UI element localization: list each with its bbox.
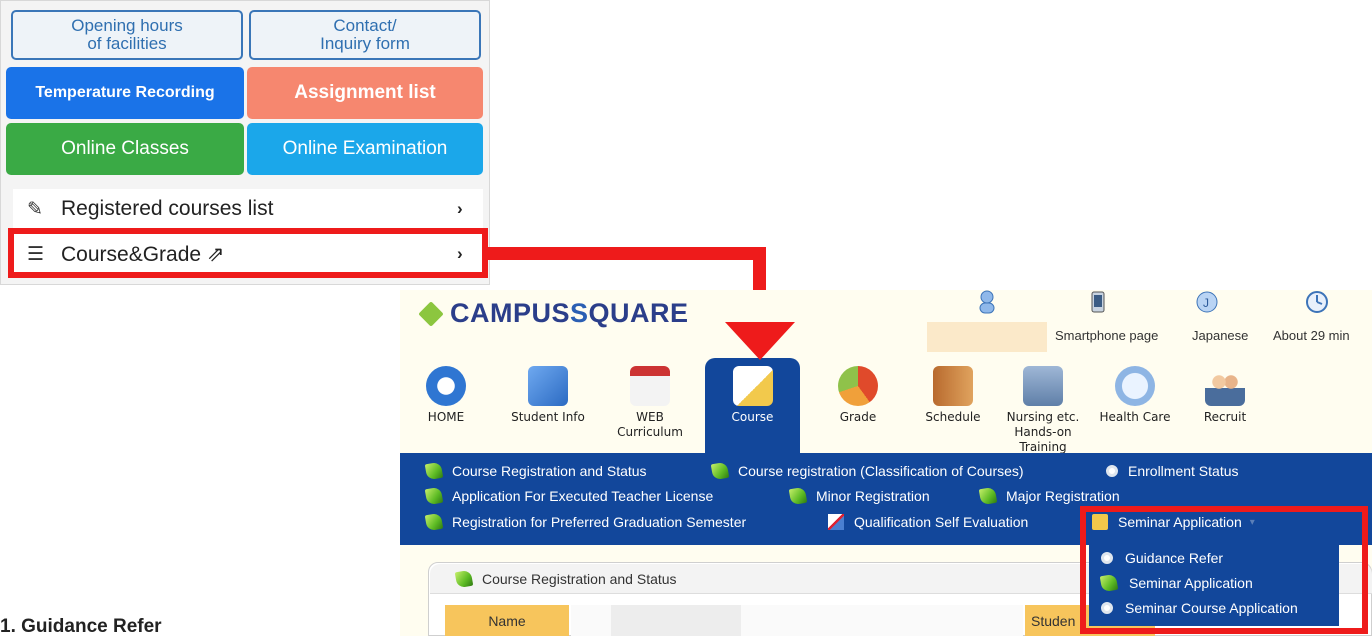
recruit-people-icon (1205, 366, 1245, 406)
chevron-right-icon: › (457, 199, 463, 218)
subnav-course-registration[interactable]: Course Registration and Status (424, 461, 647, 481)
pencil-icon (710, 461, 730, 481)
cut-off-caption: 1. Guidance Refer (0, 616, 162, 637)
online-examination-button[interactable]: Online Examination (247, 123, 483, 175)
smartphone-icon[interactable] (1086, 290, 1110, 314)
pencil-icon (788, 486, 808, 506)
calendar-icon (630, 366, 670, 406)
online-classes-button[interactable]: Online Classes (6, 123, 244, 175)
subnav-enrollment-status[interactable]: Enrollment Status (1106, 463, 1239, 479)
course-grade-highlight (8, 228, 488, 278)
user-name-box (927, 322, 1047, 352)
pencil-icon (978, 486, 998, 506)
pencil-icon (454, 569, 474, 588)
qualification-icon (828, 514, 844, 530)
subnav-preferred-graduation[interactable]: Registration for Preferred Graduation Se… (424, 512, 746, 532)
pencil-icon (424, 512, 444, 532)
health-magnifier-icon (1115, 366, 1155, 406)
assignment-list-button[interactable]: Assignment list (247, 67, 483, 119)
subnav-course-classification[interactable]: Course registration (Classification of C… (710, 461, 1024, 481)
subnav-teacher-license[interactable]: Application For Executed Teacher License (424, 486, 713, 506)
opening-hours-button[interactable]: Opening hours of facilities (11, 10, 243, 60)
logo-cube-icon (418, 300, 444, 327)
subnav-major-registration[interactable]: Major Registration (978, 486, 1120, 506)
smartphone-page-link[interactable]: Smartphone page (1055, 328, 1158, 343)
nav-grade[interactable]: Grade (813, 358, 903, 454)
nav-nursing-training[interactable]: Nursing etc. Hands-on Training (998, 358, 1088, 454)
campussquare-logo: CAMPUS S QUARE (418, 298, 689, 329)
japanese-link[interactable]: Japanese (1192, 328, 1248, 343)
student-info-icon (528, 366, 568, 406)
user-icon[interactable] (975, 290, 999, 314)
grade-chart-icon (838, 366, 878, 406)
building-icon (1023, 366, 1063, 406)
pencil-icon (424, 486, 444, 506)
main-navigation: HOME Student Info WEB Curriculum Course … (400, 358, 1372, 454)
contact-inquiry-button[interactable]: Contact/ Inquiry form (249, 10, 481, 60)
home-icon (426, 366, 466, 406)
book-icon (933, 366, 973, 406)
nav-health-care[interactable]: Health Care (1090, 358, 1180, 454)
nav-web-curriculum[interactable]: WEB Curriculum (605, 358, 695, 454)
registered-courses-list-link[interactable]: ✎ Registered courses list › (13, 189, 483, 229)
nav-schedule[interactable]: Schedule (908, 358, 998, 454)
pencil-icon (424, 461, 444, 481)
registered-courses-label: Registered courses list (61, 197, 274, 220)
pencil-icon: ✎ (27, 198, 43, 220)
nav-course[interactable]: Course (705, 358, 800, 454)
session-timer-label: About 29 min (1273, 328, 1350, 343)
campus-square-window: CAMPUS S QUARE Smartphone page J Japanese … (400, 290, 1372, 636)
magnifier-icon (1106, 465, 1118, 477)
nav-student-info[interactable]: Student Info (503, 358, 593, 454)
name-column-header: Name (445, 605, 569, 636)
arrow-connector (488, 247, 766, 260)
temperature-recording-button[interactable]: Temperature Recording (6, 67, 244, 119)
clock-icon (1306, 291, 1328, 313)
language-icon[interactable]: J (1195, 290, 1219, 314)
subnav-minor-registration[interactable]: Minor Registration (788, 486, 930, 506)
name-value-redacted (611, 605, 741, 636)
arrow-head (725, 322, 795, 360)
nav-home[interactable]: HOME (420, 358, 472, 454)
notebook-icon (732, 366, 773, 406)
nav-recruit[interactable]: Recruit (1180, 358, 1270, 454)
seminar-menu-highlight (1080, 506, 1368, 634)
svg-text:J: J (1203, 296, 1209, 310)
subnav-qualification-evaluation[interactable]: Qualification Self Evaluation (828, 514, 1028, 530)
